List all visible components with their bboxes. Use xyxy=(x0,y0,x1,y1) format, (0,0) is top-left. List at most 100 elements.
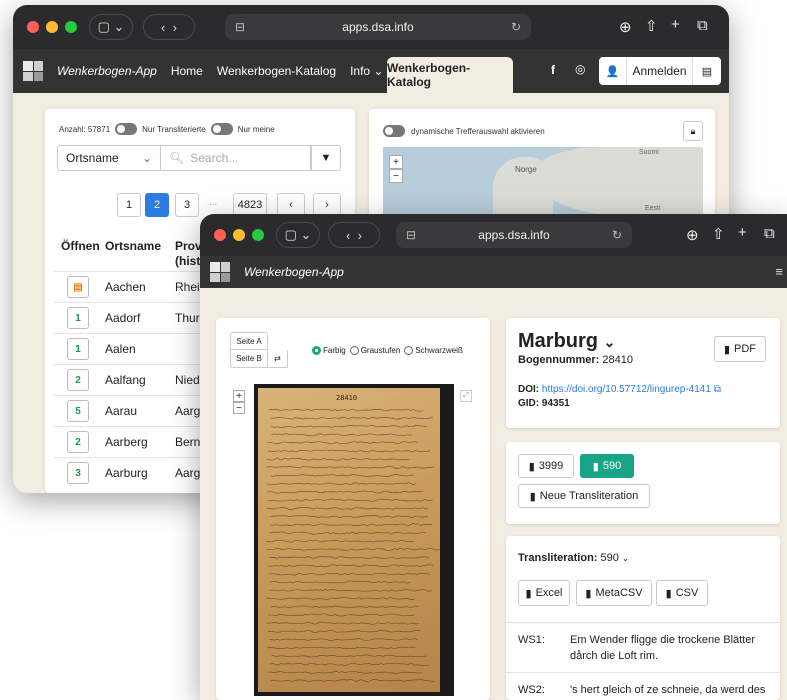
zoom-out-button[interactable]: − xyxy=(389,169,403,183)
nav-home[interactable]: Home xyxy=(171,64,203,78)
download-icon[interactable]: ⊕ xyxy=(619,18,632,36)
transliteration-value: 590 xyxy=(600,552,619,564)
fullscreen-button[interactable]: ⤢ xyxy=(460,390,472,402)
maximize-dot[interactable] xyxy=(252,229,264,241)
sentence-2-id: WS2: xyxy=(518,684,545,696)
toggle-transliterated[interactable] xyxy=(115,123,138,135)
download-icon[interactable]: ⊕ xyxy=(686,226,699,244)
handwriting-line xyxy=(270,515,429,518)
search-placeholder: Search... xyxy=(190,151,239,165)
window-controls-front xyxy=(214,229,264,241)
handwriting-line xyxy=(268,572,431,576)
external-link-icon[interactable]: ⧉ xyxy=(714,384,721,395)
pdf-file-icon: ▮ xyxy=(723,343,731,356)
flip-page-button[interactable]: ⇄ xyxy=(268,350,288,368)
radio-graustufen[interactable] xyxy=(349,346,359,356)
minimize-dot[interactable] xyxy=(233,229,245,241)
radio-farbig[interactable] xyxy=(312,346,321,356)
active-nav-tab[interactable]: Wenkerbogen-Katalog xyxy=(387,57,513,93)
close-dot[interactable] xyxy=(214,229,226,241)
page-3[interactable]: 3 xyxy=(175,193,199,217)
export-metacsv-button[interactable]: ▮ MetaCSV xyxy=(576,580,652,606)
tabs-icon[interactable]: ⧉ xyxy=(764,225,775,242)
handwriting-line xyxy=(270,474,414,477)
handwriting-line xyxy=(271,424,428,428)
brand-link-front[interactable]: Wenkerbogen-App xyxy=(244,265,344,279)
login-button[interactable]: Anmelden xyxy=(627,57,693,85)
expand-chevron-icon[interactable]: ⌄ xyxy=(604,334,616,350)
pdf-button[interactable]: ▮ PDF xyxy=(714,336,766,362)
tab-overview-icon: ⊟ xyxy=(406,228,417,242)
dynamic-toggle-row: dynamische Trefferauswahl aktivieren xyxy=(383,125,545,137)
scanned-document-image[interactable]: 28410 xyxy=(254,384,454,696)
search-input[interactable]: 🔍︎ Search... xyxy=(161,145,311,171)
address-bar[interactable]: ⊟ apps.dsa.info ↻ xyxy=(225,14,531,40)
transliteration-count-icon[interactable]: 2 xyxy=(67,369,89,391)
share-icon[interactable]: ⇧ xyxy=(712,225,725,243)
tabs-icon[interactable]: ⧉ xyxy=(697,17,708,34)
sidebar-toggle-button[interactable]: ▢ ⌄ xyxy=(276,222,320,248)
zoom-in-button[interactable]: + xyxy=(389,155,403,169)
transliteration-3999-button[interactable]: ▮ 3999 xyxy=(518,454,574,478)
new-transliteration-button[interactable]: ▮ Neue Transliteration xyxy=(518,484,650,508)
transliteration-count-icon[interactable]: 5 xyxy=(67,400,89,422)
chevron-down-icon: ⌄ xyxy=(373,64,384,78)
map-area[interactable]: Norge Suomi Eesti + − xyxy=(383,147,703,217)
viewer-zoom-out-button[interactable]: − xyxy=(233,402,245,414)
doi-link[interactable]: https://doi.org/10.57712/lingurep-4141 xyxy=(542,384,711,395)
page-1[interactable]: 1 xyxy=(117,193,141,217)
transliteration-count-icon[interactable]: 2 xyxy=(67,431,89,453)
radio-schwarzweiss[interactable] xyxy=(404,346,414,356)
close-dot[interactable] xyxy=(27,21,39,33)
transliteration-590-button[interactable]: ▮ 590 xyxy=(580,454,634,478)
address-bar-front[interactable]: ⊟ apps.dsa.info ↻ xyxy=(396,222,632,248)
facebook-icon[interactable]: f xyxy=(551,63,555,77)
sentence-2-line1: 's hert gleich of ze schneie, da werd de… xyxy=(570,684,766,696)
field-select[interactable]: Ortsname ⌄ xyxy=(57,145,161,171)
reload-icon[interactable]: ↻ xyxy=(511,20,521,34)
divider xyxy=(506,672,780,673)
page-a-button[interactable]: Seite A xyxy=(230,332,268,350)
maximize-dot[interactable] xyxy=(65,21,77,33)
export-csv-button[interactable]: ▮ CSV xyxy=(656,580,708,606)
export-excel-button[interactable]: ▮ Excel xyxy=(518,580,570,606)
nav-info[interactable]: Info ⌄ xyxy=(350,64,383,78)
sidebar-toggle-button[interactable]: ▢ ⌄ xyxy=(89,14,133,40)
hamburger-menu-icon[interactable]: ≡ xyxy=(775,264,783,279)
handwriting-line xyxy=(271,433,413,437)
color-option-graustufen[interactable]: Graustufen xyxy=(349,346,400,356)
color-option-farbig[interactable]: Farbig xyxy=(312,346,346,356)
dynamic-selection-toggle[interactable] xyxy=(383,125,405,137)
minimize-dot[interactable] xyxy=(46,21,58,33)
page-2[interactable]: 2 xyxy=(145,193,169,217)
instagram-icon[interactable]: ◎ xyxy=(575,62,585,76)
chevron-down-icon[interactable]: ⌄ xyxy=(622,554,629,563)
handwriting-line xyxy=(266,596,416,601)
transliteration-count-icon[interactable]: 3 xyxy=(67,462,89,484)
new-tab-icon[interactable]: + xyxy=(738,224,747,241)
row-place-name: Aadorf xyxy=(105,311,141,325)
col-header-name[interactable]: Ortsname xyxy=(105,239,161,253)
color-option-schwarzweiss[interactable]: Schwarzweiß xyxy=(404,346,463,356)
csv-file-icon: ▮ xyxy=(665,587,672,600)
brand-link[interactable]: Wenkerbogen-App xyxy=(57,64,157,78)
page-b-button[interactable]: Seite B xyxy=(230,350,268,368)
nav-katalog[interactable]: Wenkerbogen-Katalog xyxy=(217,64,336,78)
transliteration-count-icon[interactable]: 1 xyxy=(67,307,89,329)
new-tab-icon[interactable]: + xyxy=(671,16,680,33)
lock-button[interactable]: 🔒︎ xyxy=(683,121,703,141)
document-file-icon[interactable]: ▤ xyxy=(67,276,89,298)
app-navbar: Wenkerbogen-App Home Wenkerbogen-Katalog… xyxy=(13,49,729,93)
back-forward-buttons[interactable]: ‹ › xyxy=(143,14,195,40)
share-icon[interactable]: ⇧ xyxy=(645,17,658,35)
reload-icon[interactable]: ↻ xyxy=(612,228,622,242)
viewer-zoom-in-button[interactable]: + xyxy=(233,390,245,402)
filter-row: Anzahl: 57871 Nur Transliterierte Nur me… xyxy=(59,123,275,135)
filter-button[interactable]: ▼ xyxy=(311,145,341,171)
col-header-open: Öffnen xyxy=(61,239,100,253)
back-forward-buttons[interactable]: ‹ › xyxy=(328,222,380,248)
chat-icon[interactable]: ▤ xyxy=(693,65,721,78)
toggle-mine[interactable] xyxy=(210,123,233,135)
gid-label: GID: xyxy=(518,398,540,409)
transliteration-count-icon[interactable]: 1 xyxy=(67,338,89,360)
